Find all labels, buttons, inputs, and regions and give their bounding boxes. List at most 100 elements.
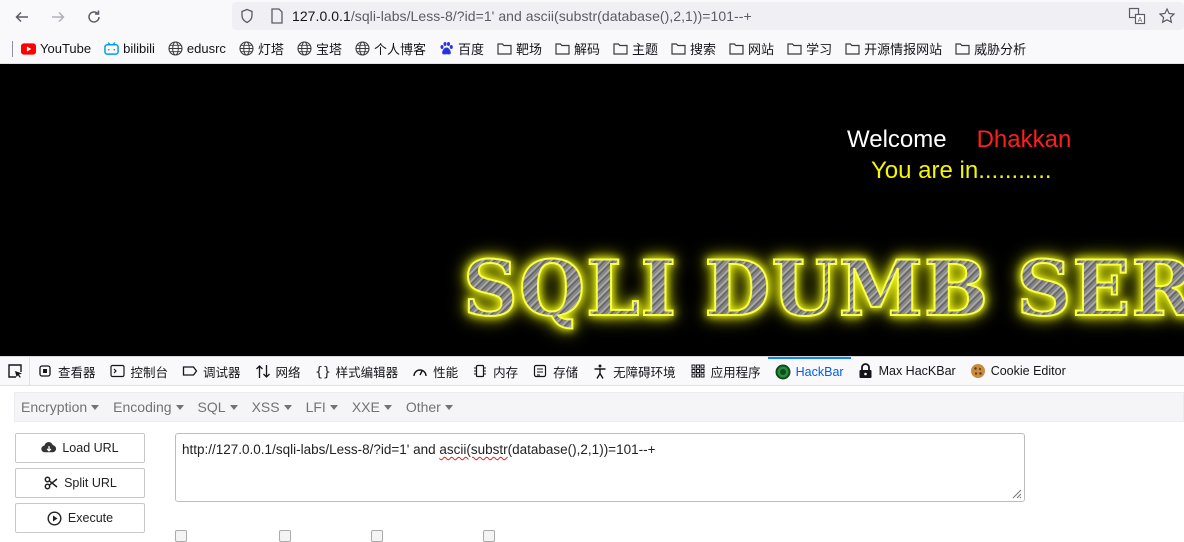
devtools-tab-grid[interactable]: 应用程序 [683,357,768,385]
url-bar[interactable]: 127.0.0.1/sqli-labs/Less-8/?id=1' and as… [232,2,1184,30]
bookmark-item[interactable]: 宝塔 [297,39,342,58]
devtools-tab-label: 存储 [553,365,579,380]
element-picker-icon [7,364,22,378]
caret-down-icon [383,405,392,410]
bookmark-item[interactable]: 网站 [729,39,774,58]
devtools-tab-label: 样式编辑器 [335,365,399,380]
load-url-label: Load URL [62,441,119,455]
hackbar-menu-xss[interactable]: XSS [252,399,292,415]
reload-button[interactable] [76,0,112,34]
folder-icon [613,41,628,56]
url-text-spellcheck-word: ascii(substr [439,442,508,457]
devtools-tab-accessibility[interactable]: 无障碍环境 [585,357,683,385]
grid-icon [690,363,706,379]
hackbar-menu-other[interactable]: Other [406,399,453,415]
element-picker-button[interactable] [0,357,30,385]
url-bar-actions: A [1126,5,1178,27]
bookmark-item[interactable]: 搜索 [671,39,716,58]
bookmark-item[interactable]: 开源情报网站 [845,39,942,58]
storage-icon [532,363,548,379]
bookmark-item[interactable]: 威胁分析 [955,39,1026,58]
hackbar-menu-label: LFI [305,399,326,415]
bookmark-item[interactable]: 灯塔 [239,39,284,58]
hackbar-menu-label: Encoding [113,399,172,415]
bookmark-item[interactable]: bilibili [104,41,155,56]
reload-icon [88,10,100,23]
bookmark-label: 百度 [457,42,484,57]
referer-checkbox[interactable] [279,530,291,542]
folder-icon [497,41,512,56]
url-text-part-1: http://127.0.0.1/sqli-labs/Less-8/?id=1'… [182,442,440,457]
cloud-download-icon [41,440,57,456]
braces-icon: {} [315,363,331,379]
bookmark-item[interactable]: 百度 [439,39,484,58]
sqli-banner-logo: SQLI DUMB SERIES [462,243,1184,334]
accessibility-icon [592,363,608,379]
user-agent-checkbox[interactable] [371,530,383,542]
bookmark-label: 靶场 [515,42,542,57]
bookmark-star-icon[interactable] [1156,5,1178,27]
arrow-left-icon [15,11,28,23]
devtools-tab-hackbar[interactable]: HackBar [767,357,851,385]
hackbar-menu-sql[interactable]: SQL [198,399,238,415]
navigation-toolbar: 127.0.0.1/sqli-labs/Less-8/?id=1' and as… [0,0,1184,34]
page-content: Welcome Dhakkan You are in........... SQL… [0,64,1184,356]
hackbar-menu-encryption[interactable]: Encryption [21,399,100,415]
devtools-tab-label: HackBar [795,365,844,379]
bookmark-item[interactable]: edusrc [168,41,226,56]
bookmark-label: YouTube [40,41,92,56]
devtools-tab-cookie[interactable]: Cookie Editor [963,357,1073,385]
hackbar-menubar: Encryption Encoding SQL XSS LFI XXE Other [0,388,1184,426]
back-button[interactable] [4,0,40,34]
bookmark-item[interactable]: 个人博客 [355,39,426,58]
hackbar-menu-xxe[interactable]: XXE [352,399,392,415]
devtools-tab-braces[interactable]: {} 样式编辑器 [308,357,406,385]
devtools-tab-label: 网络 [275,365,301,380]
devtools-tab-network[interactable]: 网络 [248,357,308,385]
bookmark-item[interactable]: 学习 [787,39,832,58]
bookmark-item[interactable]: 靶场 [497,39,542,58]
cookies-checkbox[interactable] [483,530,495,542]
bookmark-label: 解码 [574,42,601,57]
page-icon[interactable] [262,8,292,24]
bookmark-label: 灯塔 [257,42,284,57]
baidu-icon [439,41,454,56]
devtools-tab-console[interactable]: 控制台 [103,357,176,385]
devtools-tab-debugger[interactable]: 调试器 [175,357,248,385]
folder-icon [729,41,744,56]
post-data-checkbox[interactable] [175,530,187,542]
hackbar-panel: Load URL Split URL Execute http://127.0.… [0,426,1184,542]
devtools-tab-storage[interactable]: 存储 [525,357,585,385]
forward-button[interactable] [40,0,76,34]
bookmark-label: 网站 [748,42,775,57]
devtools-tab-performance[interactable]: 性能 [405,357,465,385]
bookmark-item[interactable]: 解码 [555,39,600,58]
hackbar-menu-label: Other [405,399,441,415]
bookmark-label: 威胁分析 [974,42,1027,57]
inspector-icon [37,363,53,379]
bookmark-label: bilibili [123,41,155,56]
bookmark-label: 学习 [806,42,833,57]
devtools-tab-memory[interactable]: 内存 [465,357,525,385]
bookmark-item[interactable]: YouTube [21,41,91,56]
url-textarea[interactable]: http://127.0.0.1/sqli-labs/Less-8/?id=1'… [175,433,1025,502]
hackbar-menu-encoding[interactable]: Encoding [113,399,184,415]
load-url-button[interactable]: Load URL [15,433,145,463]
devtools-tabbar: 查看器 控制台 调试器 网络 {} 样式编辑器 性能 内存 存储 无障碍环境 应用程序 HackBar… [0,356,1184,386]
devtools-tab-lock[interactable]: Max HacKBar [851,357,963,385]
scissors-icon [43,475,59,491]
hackbar-menu-lfi[interactable]: LFI [306,399,338,415]
bookmark-label: 个人博客 [373,42,426,57]
url-text[interactable]: 127.0.0.1/sqli-labs/Less-8/?id=1' and as… [292,8,752,24]
welcome-text: Welcome [847,126,947,153]
hackbar-menu-label: SQL [197,399,226,415]
translate-icon[interactable]: A [1126,5,1148,27]
resize-handle-icon[interactable] [1010,487,1022,499]
globe-icon [355,41,370,56]
bookmark-item[interactable]: 主题 [613,39,658,58]
split-url-button[interactable]: Split URL [15,468,145,498]
network-icon [255,363,271,379]
execute-button[interactable]: Execute [15,503,145,533]
shield-icon[interactable] [232,8,262,24]
devtools-tab-inspector[interactable]: 查看器 [30,357,103,385]
